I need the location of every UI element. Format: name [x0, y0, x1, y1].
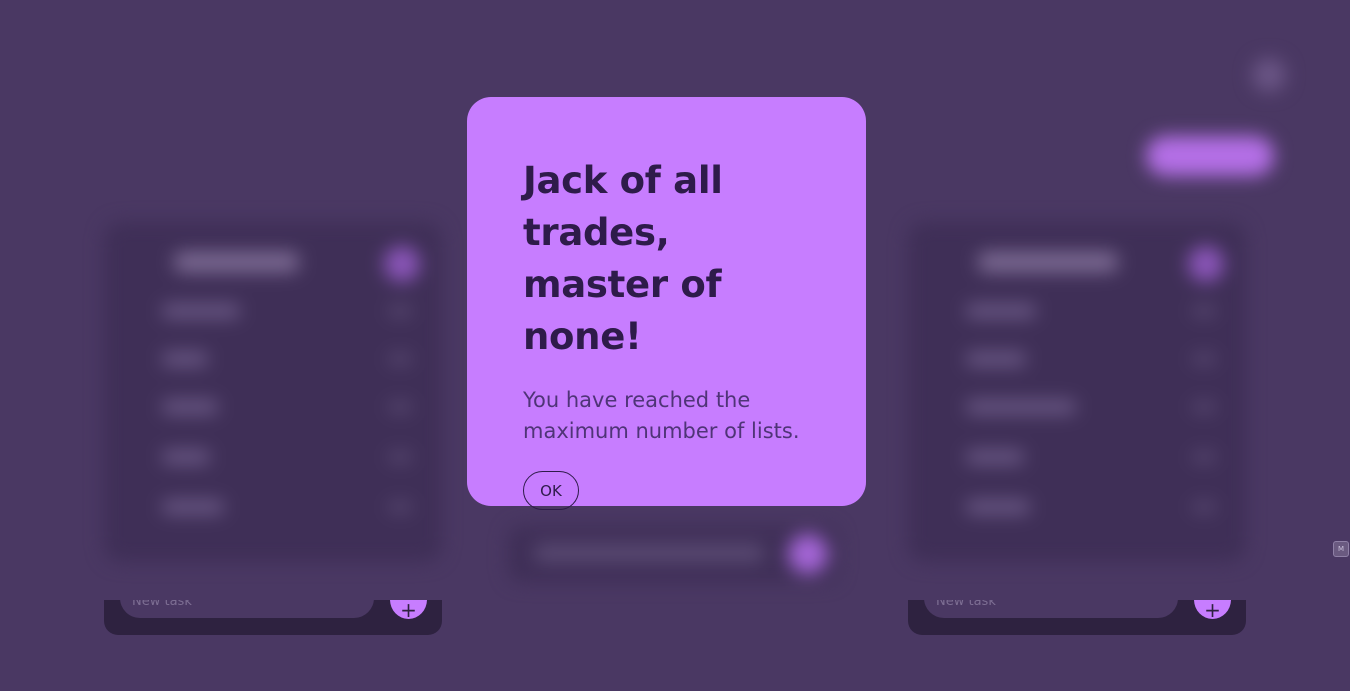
- modal-title: Jack of all trades, master of none!: [523, 159, 723, 358]
- ok-button[interactable]: OK: [523, 471, 579, 510]
- m-icon[interactable]: M: [1333, 541, 1349, 557]
- limit-modal: Jack of all trades, master of none! You …: [467, 97, 866, 510]
- modal-message: You have reached the maximum number of l…: [523, 388, 800, 443]
